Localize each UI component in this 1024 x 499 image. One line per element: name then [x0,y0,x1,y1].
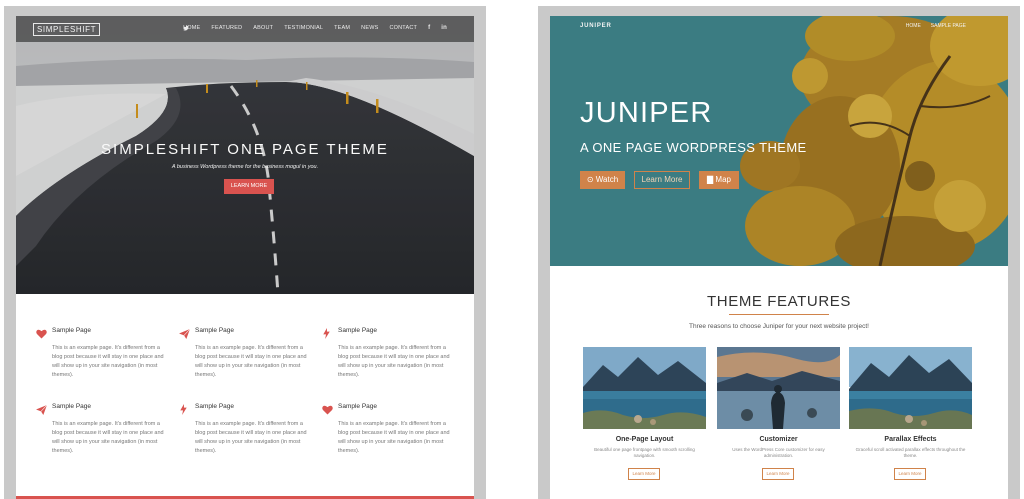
heart-icon [322,402,334,415]
simpleshift-hero-title: SIMPLESHIFT ONE PAGE THEME [101,141,389,158]
feature-text: This is an example page. It's different … [338,345,450,378]
juniper-hero: JUNIPER HOME SAMPLE PAGE JUNIPER A ONE P… [550,16,1008,266]
lightning-icon [322,326,334,339]
juniper-hero-title: JUNIPER [580,97,713,129]
feature-title[interactable]: Sample Page [52,403,91,411]
nav-item-home[interactable]: HOME [906,23,921,30]
juniper-hero-subtitle: A ONE PAGE WORDPRESS THEME [580,140,807,155]
card-text: Graceful scroll activated parallax effec… [855,447,966,458]
nav-item-news[interactable]: NEWS [361,25,378,32]
simpleshift-preview-card[interactable]: SIMPLESHIFT HOME FEATURED ABOUT TESTIMON… [4,6,486,499]
juniper-nav-menu: HOME SAMPLE PAGE [906,23,966,30]
mountain-lake-image [849,347,972,429]
simpleshift-nav-menu: HOME FEATURED ABOUT TESTIMONIAL TEAM NEW… [183,25,458,32]
feature-text: This is an example page. It's different … [52,421,164,454]
feature-title[interactable]: Sample Page [338,327,377,335]
linkedin-icon[interactable]: in [441,25,447,32]
nav-item-testimonial[interactable]: TESTIMONIAL [284,25,323,32]
feature-card: Customizer Uses the WordPress Core custo… [717,347,840,480]
feature-title[interactable]: Sample Page [195,403,234,411]
heading-underline [729,314,829,315]
feature-title[interactable]: Sample Page [195,327,234,335]
paper-plane-icon [179,326,191,339]
paper-plane-icon [36,402,48,415]
features-subheading: Three reasons to choose Juniper for your… [689,323,869,330]
feature-text: This is an example page. It's different … [195,345,307,378]
heart-icon [36,326,48,339]
simpleshift-hero-subtitle: A business Wordpress theme for the busin… [171,164,319,170]
learn-more-button[interactable]: LEARN MORE [224,179,274,194]
feature-title[interactable]: Sample Page [52,327,91,335]
simpleshift-navbar: SIMPLESHIFT HOME FEATURED ABOUT TESTIMON… [16,16,474,42]
card-title: Customizer [759,436,798,443]
feature-title[interactable]: Sample Page [338,403,377,411]
map-button[interactable]: ▇ Map [699,171,739,189]
simpleshift-hero: SIMPLESHIFT HOME FEATURED ABOUT TESTIMON… [16,16,474,294]
card-title: Parallax Effects [884,436,937,443]
feature-card: Parallax Effects Graceful scroll activat… [849,347,972,480]
card-text: Uses the WordPress Core customizer for e… [732,447,825,458]
mountain-lake-image [583,347,706,429]
juniper-logo[interactable]: JUNIPER [580,22,612,30]
nav-item-contact[interactable]: CONTACT [389,25,417,32]
learn-more-button[interactable]: Learn More [634,171,690,189]
theme-showcase: SIMPLESHIFT HOME FEATURED ABOUT TESTIMON… [0,0,1024,499]
feature-text: This is an example page. It's different … [338,421,450,454]
lightning-icon [179,402,191,415]
feature-card: One-Page Layout Beautiful one page front… [583,347,706,480]
card-learn-more-button[interactable]: Learn More [762,468,794,480]
features-heading: THEME FEATURES [707,293,851,310]
nav-item-team[interactable]: TEAM [334,25,350,32]
watch-button[interactable]: ⊙ Watch [580,171,625,189]
card-learn-more-button[interactable]: Learn More [628,468,660,480]
nav-item-about[interactable]: ABOUT [253,25,273,32]
feature-text: This is an example page. It's different … [195,421,307,454]
feature-text: This is an example page. It's different … [52,345,164,378]
facebook-icon[interactable]: f [428,25,430,32]
nav-item-sample-page[interactable]: SAMPLE PAGE [931,23,966,30]
juniper-preview-card[interactable]: JUNIPER HOME SAMPLE PAGE JUNIPER A ONE P… [538,6,1020,499]
card-text: Beautiful one page frontpage with smooth… [594,447,695,458]
person-at-lake-image [717,347,840,429]
simpleshift-page: SIMPLESHIFT HOME FEATURED ABOUT TESTIMON… [16,16,474,499]
card-learn-more-button[interactable]: Learn More [894,468,926,480]
nav-item-featured[interactable]: FEATURED [211,25,242,32]
card-title: One-Page Layout [615,436,674,443]
juniper-page: JUNIPER HOME SAMPLE PAGE JUNIPER A ONE P… [550,16,1008,499]
simpleshift-logo[interactable]: SIMPLESHIFT [33,23,101,36]
